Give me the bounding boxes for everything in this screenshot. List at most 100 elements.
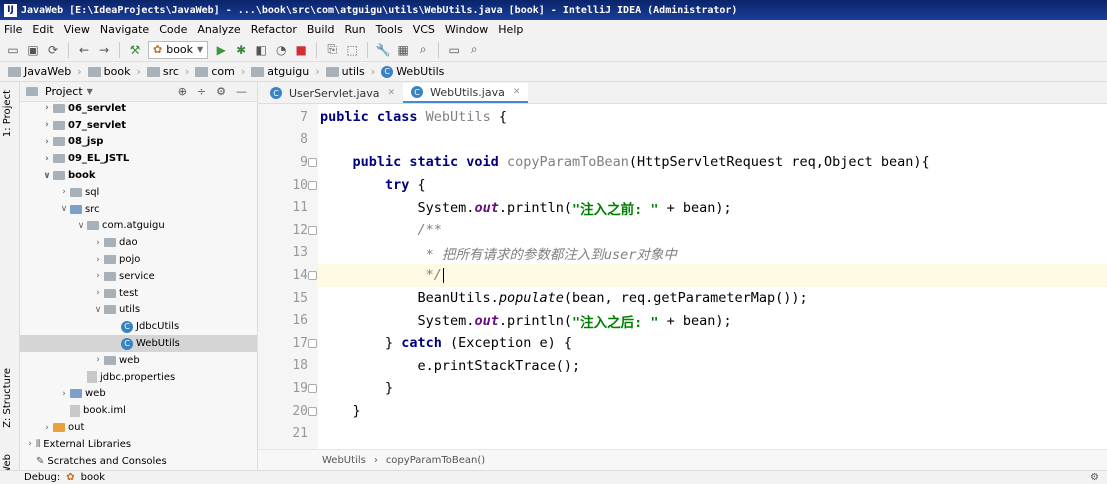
menu-file[interactable]: File xyxy=(4,23,22,36)
tree-item[interactable]: › out xyxy=(20,419,257,436)
tree-item[interactable]: › test xyxy=(20,285,257,302)
breadcrumb-item[interactable]: JavaWeb xyxy=(8,65,71,78)
project-structure-icon[interactable]: ▦ xyxy=(396,43,410,57)
fold-marker-icon[interactable] xyxy=(308,406,317,416)
open-folder-icon[interactable]: ▭ xyxy=(6,43,20,57)
close-icon[interactable]: ✕ xyxy=(513,87,521,97)
tab-userservlet-java[interactable]: C UserServlet.java ✕ xyxy=(262,83,403,103)
run-icon[interactable]: ▶ xyxy=(214,43,228,57)
fold-marker-icon[interactable] xyxy=(308,271,317,281)
chevron-right-icon[interactable]: › xyxy=(41,103,53,113)
tree-item[interactable]: ∨ com.atguigu xyxy=(20,218,257,235)
tab-structure[interactable]: Z: Structure xyxy=(2,368,13,428)
debug-config-label[interactable]: book xyxy=(81,472,105,483)
chevron-right-icon[interactable]: › xyxy=(41,154,53,164)
tree-item[interactable]: › web xyxy=(20,352,257,369)
chevron-right-icon[interactable]: › xyxy=(92,255,104,265)
search-icon[interactable]: ⌕ xyxy=(416,42,430,57)
tree-item[interactable]: ✎ Scratches and Consoles xyxy=(20,453,257,470)
menu-vcs[interactable]: VCS xyxy=(413,23,435,36)
breadcrumb-item[interactable]: C WebUtils xyxy=(381,65,444,78)
tab-project[interactable]: 1: Project xyxy=(2,90,13,137)
chevron-right-icon[interactable]: › xyxy=(58,187,70,197)
breadcrumb-item[interactable]: com xyxy=(195,65,235,78)
close-icon[interactable]: ✕ xyxy=(388,88,396,98)
breadcrumb-item[interactable]: book xyxy=(87,65,130,78)
stop-icon[interactable]: ■ xyxy=(294,43,308,57)
chevron-right-icon[interactable]: › xyxy=(92,271,104,281)
chevron-down-icon[interactable]: ▼ xyxy=(87,87,93,96)
vcs-commit-icon[interactable]: ⬚ xyxy=(345,43,359,57)
tree-item[interactable]: jdbc.properties xyxy=(20,369,257,386)
vcs-update-icon[interactable]: ⎘ xyxy=(325,42,339,57)
tree-item[interactable]: › sql xyxy=(20,184,257,201)
gear-icon[interactable]: ⚙ xyxy=(1090,472,1099,483)
sync-icon[interactable]: ⟳ xyxy=(46,43,60,57)
profile-icon[interactable]: ◔ xyxy=(274,43,288,57)
back-arrow-icon[interactable]: ← xyxy=(77,43,91,57)
editor-breadcrumb-item[interactable]: WebUtils xyxy=(322,455,366,466)
tree-item[interactable]: ∨ book xyxy=(20,167,257,184)
tree-item[interactable]: › ⫴ External Libraries xyxy=(20,436,257,453)
coverage-icon[interactable]: ◧ xyxy=(254,43,268,57)
menu-run[interactable]: Run xyxy=(345,23,366,36)
menu-refactor[interactable]: Refactor xyxy=(251,23,297,36)
menu-help[interactable]: Help xyxy=(498,23,523,36)
chevron-right-icon[interactable]: › xyxy=(92,288,104,298)
tree-item[interactable]: › pojo xyxy=(20,251,257,268)
run-config-select[interactable]: ✿ book ▼ xyxy=(148,40,209,59)
debug-label[interactable]: Debug: xyxy=(24,472,60,483)
editor-breadcrumb-item[interactable]: copyParamToBean() xyxy=(386,455,485,466)
code-editor[interactable]: public class WebUtils { public static vo… xyxy=(318,104,1107,449)
settings-wrench-icon[interactable]: 🔧 xyxy=(376,43,391,57)
tree-item[interactable]: › 09_EL_JSTL xyxy=(20,150,257,167)
chevron-right-icon[interactable]: › xyxy=(41,120,53,130)
fold-marker-icon[interactable] xyxy=(308,158,317,168)
tool-search-icon[interactable]: ⌕ xyxy=(467,42,481,57)
save-icon[interactable]: ▣ xyxy=(26,43,40,57)
menu-build[interactable]: Build xyxy=(307,23,335,36)
locate-icon[interactable]: ⊕ xyxy=(178,85,187,98)
chevron-right-icon[interactable]: › xyxy=(24,439,36,449)
gear-icon[interactable]: ⚙ xyxy=(216,85,226,98)
collapse-all-icon[interactable]: ÷ xyxy=(197,85,206,98)
tree-item[interactable]: C JdbcUtils xyxy=(20,318,257,335)
chevron-down-icon[interactable]: ∨ xyxy=(75,221,87,231)
chevron-down-icon[interactable]: ∨ xyxy=(58,204,70,214)
menu-view[interactable]: View xyxy=(64,23,90,36)
breadcrumb-item[interactable]: src xyxy=(146,65,179,78)
chevron-right-icon[interactable]: › xyxy=(92,355,104,365)
menu-analyze[interactable]: Analyze xyxy=(197,23,240,36)
fold-marker-icon[interactable] xyxy=(308,384,317,394)
tree-item[interactable]: ∨ src xyxy=(20,201,257,218)
build-hammer-icon[interactable]: ⚒ xyxy=(128,43,142,57)
chevron-right-icon[interactable]: › xyxy=(58,389,70,399)
menu-tools[interactable]: Tools xyxy=(376,23,403,36)
chevron-down-icon[interactable]: ∨ xyxy=(92,305,104,315)
menu-edit[interactable]: Edit xyxy=(32,23,53,36)
project-panel-title[interactable]: Project xyxy=(45,85,83,98)
tree-item[interactable]: ∨ utils xyxy=(20,302,257,319)
chevron-right-icon[interactable]: › xyxy=(41,423,53,433)
tree-item[interactable]: › 07_servlet xyxy=(20,117,257,134)
debug-icon[interactable]: ✱ xyxy=(234,43,248,57)
terminal-icon[interactable]: ▭ xyxy=(447,43,461,57)
tab-webutils-java[interactable]: C WebUtils.java ✕ xyxy=(403,83,529,103)
fold-marker-icon[interactable] xyxy=(308,226,317,235)
menu-code[interactable]: Code xyxy=(159,23,187,36)
tree-item[interactable]: › service xyxy=(20,268,257,285)
forward-arrow-icon[interactable]: → xyxy=(97,43,111,57)
tree-item[interactable]: › 08_jsp xyxy=(20,134,257,151)
tree-item[interactable]: › 06_servlet xyxy=(20,100,257,117)
breadcrumb-item[interactable]: atguigu xyxy=(251,65,309,78)
chevron-down-icon[interactable]: ∨ xyxy=(41,171,53,181)
chevron-right-icon[interactable]: › xyxy=(41,137,53,147)
hide-icon[interactable]: — xyxy=(236,85,247,98)
menu-navigate[interactable]: Navigate xyxy=(100,23,149,36)
fold-marker-icon[interactable] xyxy=(308,339,317,348)
tree-item[interactable]: C WebUtils xyxy=(20,335,257,352)
fold-marker-icon[interactable] xyxy=(308,180,317,190)
tree-item[interactable]: › web xyxy=(20,386,257,403)
chevron-right-icon[interactable]: › xyxy=(92,238,104,248)
tree-item[interactable]: › dao xyxy=(20,234,257,251)
